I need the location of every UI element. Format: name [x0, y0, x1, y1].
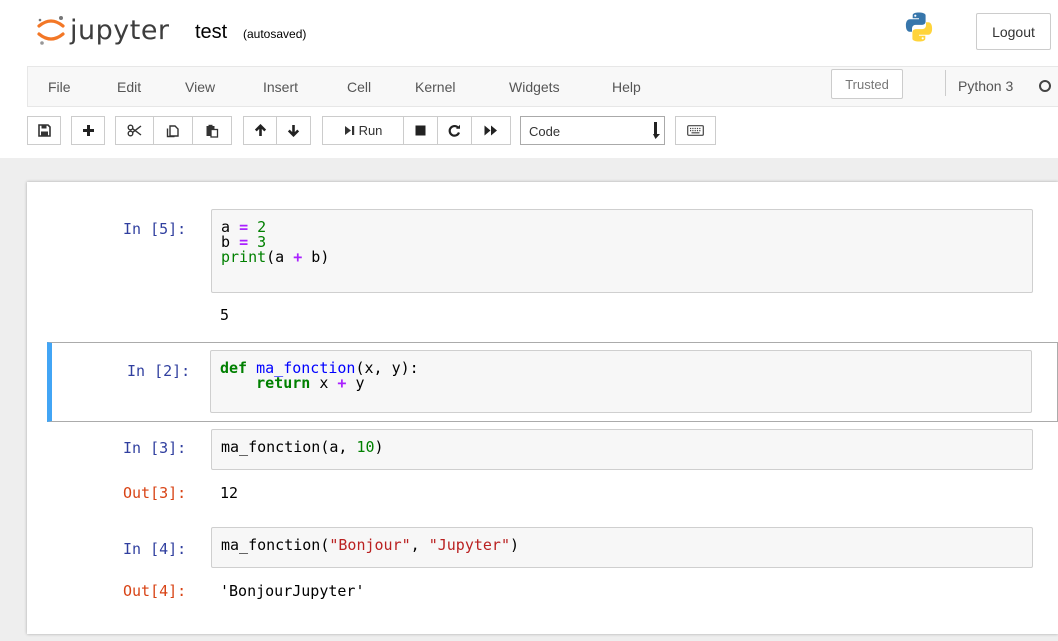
- arrow-down-icon: [287, 125, 300, 137]
- floppy-disk-icon: [37, 124, 51, 137]
- kernel-divider: [945, 70, 946, 96]
- stop-icon: [415, 125, 426, 136]
- code-line: a = 2: [221, 220, 1032, 235]
- jupyter-logo-text: jupyter: [70, 14, 170, 46]
- save-button[interactable]: [27, 116, 61, 145]
- code-input[interactable]: a = 2b = 3 print(a + b): [211, 209, 1033, 293]
- code-text: ma_fonction(a,: [221, 438, 357, 456]
- string-token: "Jupyter": [428, 536, 510, 554]
- code-text: (a: [266, 248, 294, 266]
- scissors-icon: [127, 124, 142, 137]
- code-text: ): [374, 438, 384, 456]
- code-cell-selected[interactable]: In [2]: def ma_fonction(x, y): return x …: [47, 342, 1058, 422]
- keyword-token: return: [256, 374, 311, 392]
- cell-output: 5: [220, 306, 230, 324]
- chevron-down-icon: [652, 120, 661, 141]
- redo-icon: [448, 124, 461, 137]
- arrow-up-icon: [254, 124, 266, 136]
- jupyter-logo-icon: [37, 16, 65, 45]
- paste-icon: [206, 124, 219, 138]
- code-text: x: [310, 374, 338, 392]
- command-palette-button[interactable]: [675, 116, 716, 145]
- run-label: Run: [358, 123, 383, 138]
- input-prompt: In [3]:: [123, 439, 187, 457]
- fast-forward-icon: [484, 125, 497, 136]
- builtin-token: print: [221, 248, 267, 266]
- notebook-name[interactable]: test: [195, 21, 227, 44]
- code-line: ma_fonction("Bonjour", "Jupyter"): [221, 538, 1032, 553]
- code-input[interactable]: ma_fonction("Bonjour", "Jupyter"): [211, 527, 1033, 568]
- header: jupyter test (autosaved) Logout File Edi…: [0, 0, 1058, 158]
- move-up-button[interactable]: [243, 116, 277, 145]
- code-text: ma_fonction(: [221, 536, 330, 554]
- code-cell[interactable]: In [5]: a = 2b = 3 print(a + b) 5: [27, 202, 1058, 342]
- jupyter-logo[interactable]: jupyter: [36, 10, 170, 50]
- code-line: b = 3: [221, 235, 1032, 250]
- output-prompt: Out[4]:: [123, 582, 187, 600]
- string-token: "Bonjour": [329, 536, 411, 554]
- number-token: 10: [356, 438, 375, 456]
- cell-type-select[interactable]: Code: [520, 116, 665, 145]
- menu-cell[interactable]: Cell: [347, 79, 371, 95]
- menu-edit[interactable]: Edit: [117, 79, 141, 95]
- code-text: y: [346, 374, 365, 392]
- insert-cell-button[interactable]: [71, 116, 105, 145]
- notebook-container: In [5]: a = 2b = 3 print(a + b) 5 In [2]:…: [27, 182, 1058, 634]
- menubar: File Edit View Insert Cell Kernel Widget…: [27, 66, 1058, 107]
- code-line: ma_fonction(a, 10): [221, 440, 1032, 455]
- code-line: return x + y: [220, 376, 1031, 391]
- code-input[interactable]: ma_fonction(a, 10): [211, 429, 1033, 470]
- restart-run-all-button[interactable]: [471, 116, 511, 145]
- kernel-idle-circle-icon: [1039, 80, 1051, 92]
- cell-output: 'BonjourJupyter': [220, 582, 365, 600]
- kernel-name[interactable]: Python 3: [958, 78, 1013, 94]
- menu-widgets[interactable]: Widgets: [509, 79, 560, 95]
- output-prompt: Out[3]:: [123, 484, 187, 502]
- copy-icon: [166, 124, 179, 137]
- step-forward-icon: [344, 126, 354, 135]
- plus-icon: [82, 125, 94, 136]
- cell-output: 12: [220, 484, 239, 502]
- code-line: print(a + b): [221, 250, 1032, 265]
- restart-kernel-button[interactable]: [437, 116, 472, 145]
- run-button[interactable]: Run: [322, 116, 404, 145]
- code-text: (x, y):: [355, 359, 419, 377]
- logout-button[interactable]: Logout: [976, 13, 1051, 50]
- code-text: ,: [410, 536, 429, 554]
- code-input[interactable]: def ma_fonction(x, y): return x + y: [210, 350, 1032, 413]
- operator-token: +: [293, 248, 303, 266]
- cut-button[interactable]: [115, 116, 154, 145]
- copy-button[interactable]: [153, 116, 193, 145]
- trusted-indicator[interactable]: Trusted: [831, 69, 903, 99]
- menu-insert[interactable]: Insert: [263, 79, 298, 95]
- menu-file[interactable]: File: [48, 79, 71, 95]
- code-text: b): [302, 248, 330, 266]
- menu-kernel[interactable]: Kernel: [415, 79, 455, 95]
- interrupt-button[interactable]: [403, 116, 438, 145]
- keyboard-icon: [687, 125, 704, 136]
- input-prompt: In [4]:: [123, 540, 187, 558]
- menu-view[interactable]: View: [185, 79, 215, 95]
- cell-type-value: Code: [529, 124, 561, 139]
- paste-button[interactable]: [192, 116, 232, 145]
- code-cell[interactable]: In [4]: ma_fonction("Bonjour", "Jupyter"…: [27, 516, 1058, 616]
- move-down-button[interactable]: [276, 116, 311, 145]
- code-cell[interactable]: In [3]: ma_fonction(a, 10) Out[3]: 12: [27, 422, 1058, 516]
- input-prompt: In [2]:: [127, 362, 191, 380]
- input-prompt: In [5]:: [123, 220, 187, 238]
- python-logo-icon: [905, 12, 933, 42]
- code-text: ): [510, 536, 520, 554]
- autosave-status: (autosaved): [243, 27, 307, 41]
- menu-help[interactable]: Help: [612, 79, 641, 95]
